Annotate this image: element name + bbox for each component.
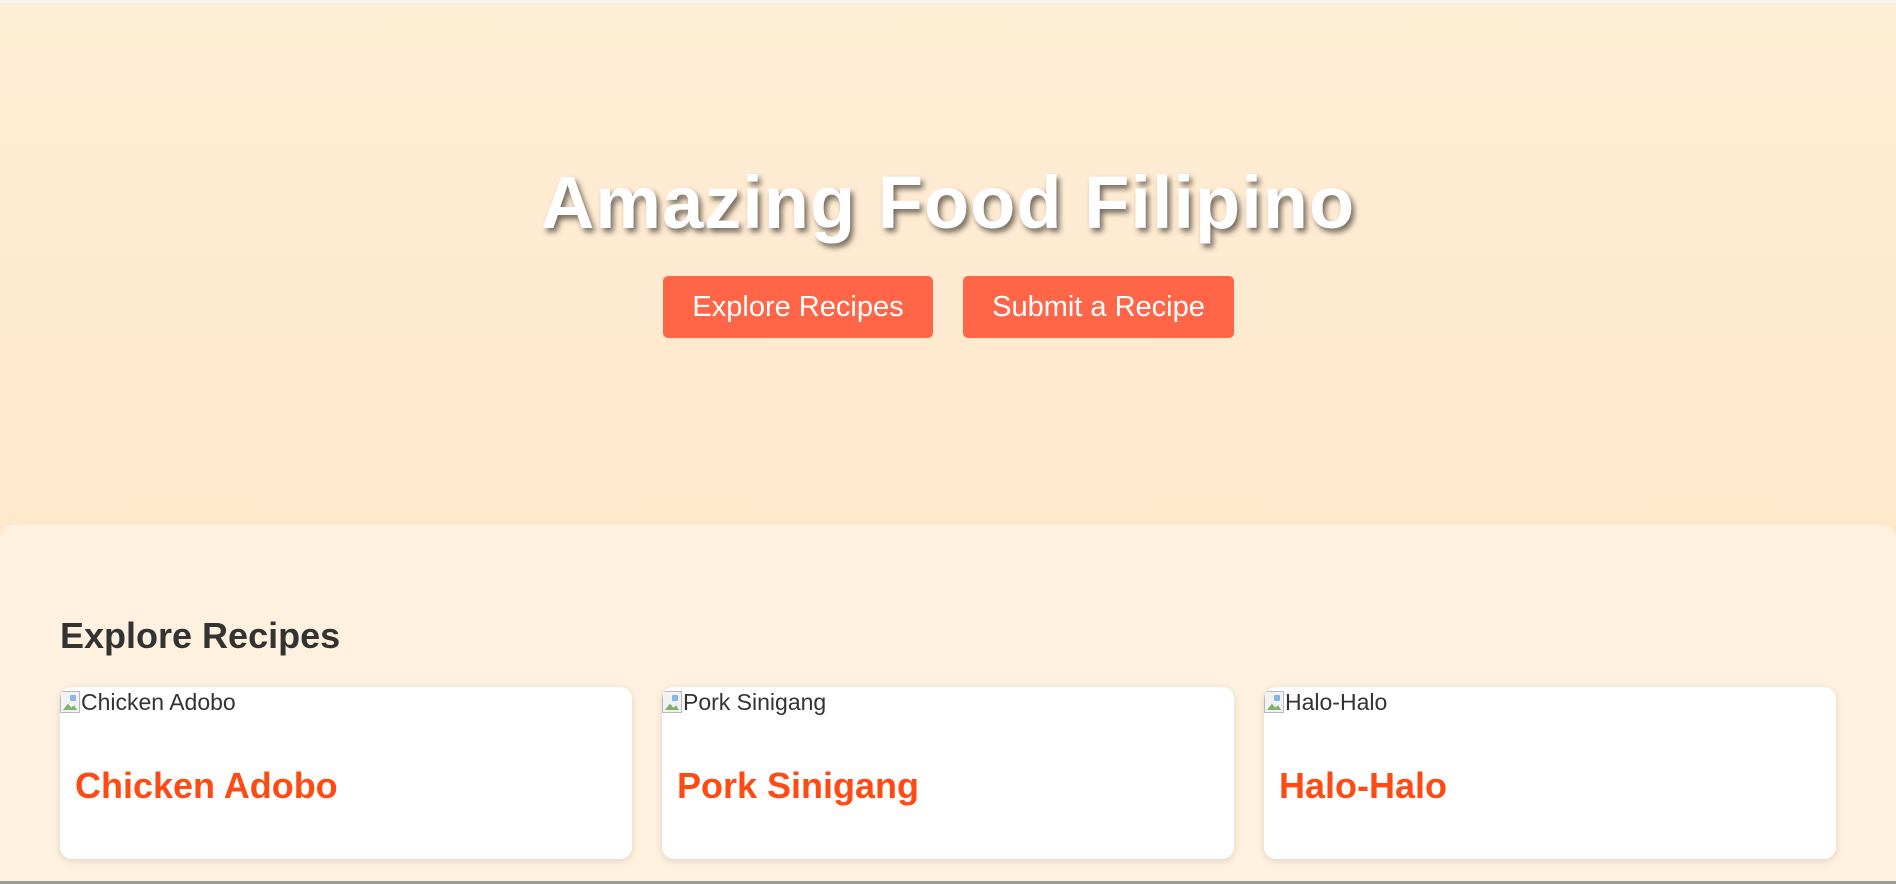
- submit-recipe-button[interactable]: Submit a Recipe: [963, 276, 1234, 338]
- section-title: Explore Recipes: [60, 615, 341, 656]
- recipe-card-chicken-adobo[interactable]: Chicken Adobo Chicken Adobo: [60, 687, 632, 859]
- recipe-card-title[interactable]: Pork Sinigang: [677, 765, 919, 807]
- recipe-image-alt: Halo-Halo: [1285, 688, 1388, 715]
- explore-section: Explore Recipes Chicken Adobo Chicken Ad…: [0, 525, 1896, 884]
- broken-image-icon: [1264, 691, 1284, 713]
- broken-image-icon: [60, 691, 80, 713]
- recipe-image: Pork Sinigang: [662, 687, 826, 717]
- page: Amazing Food Filipino Explore Recipes Su…: [0, 0, 1896, 884]
- recipe-card-pork-sinigang[interactable]: Pork Sinigang Pork Sinigang: [662, 687, 1234, 859]
- explore-recipes-button[interactable]: Explore Recipes: [663, 276, 933, 338]
- recipe-card-title[interactable]: Chicken Adobo: [75, 765, 338, 807]
- recipe-image-alt: Pork Sinigang: [683, 688, 827, 715]
- recipe-card-title[interactable]: Halo-Halo: [1279, 765, 1447, 807]
- recipe-image: Halo-Halo: [1264, 687, 1387, 717]
- broken-image-icon: [662, 691, 682, 713]
- recipe-card-halo-halo[interactable]: Halo-Halo Halo-Halo: [1264, 687, 1836, 859]
- hero-title: Amazing Food Filipino: [540, 161, 1356, 244]
- recipe-image-alt: Chicken Adobo: [81, 688, 236, 715]
- hero-section: Amazing Food Filipino Explore Recipes Su…: [0, 3, 1896, 543]
- recipe-image: Chicken Adobo: [60, 687, 236, 717]
